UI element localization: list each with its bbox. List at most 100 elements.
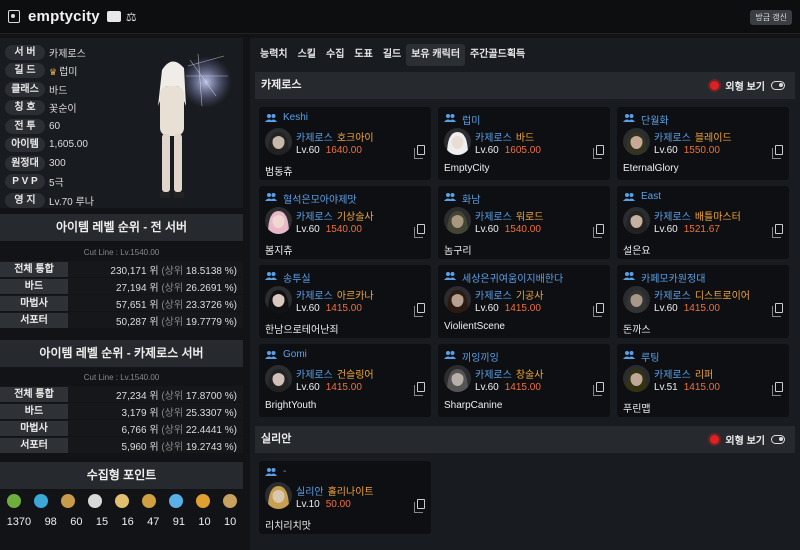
character-server-class: 카제로스 창술사 — [475, 366, 543, 381]
character-card[interactable]: 송투실 카제로스 아르카나 Lv.60 1415.00 한남으로테어난죄 — [259, 265, 431, 338]
guild-icon — [444, 350, 456, 359]
guild-name: 화남 — [462, 195, 481, 206]
profile-value-text: 300 — [49, 157, 66, 169]
character-avatar — [444, 286, 471, 313]
character-server: 카제로스 — [654, 212, 691, 223]
character-lv: Lv.60 — [475, 303, 499, 314]
profile-value-text: 카제로스 — [49, 48, 86, 60]
character-card[interactable]: 세상은귀여움이지배한다 카제로스 기공사 Lv.60 1415.00 ViolientSc… — [438, 265, 610, 338]
copy-icon[interactable] — [414, 499, 425, 513]
character-card[interactable]: 카페모카원정대 카제로스 디스트로이어 Lv.60 1415.00 돈까스 — [617, 265, 789, 338]
heart-icon — [87, 494, 102, 508]
rank-server-title: 아이템 레벨 순위 - 카제로스 서버 — [0, 340, 243, 367]
refresh-button[interactable]: 방금 갱신 — [750, 10, 792, 25]
character-card[interactable]: 혈석은모아야제맛 카제로스 기상술사 Lv.60 1540.00 봄지츄 — [259, 186, 431, 259]
toggle-switch[interactable] — [771, 81, 785, 90]
copy-icon[interactable] — [414, 382, 425, 396]
character-item-level: 1540.00 — [504, 224, 541, 235]
character-name-label: SharpCanine — [444, 400, 503, 411]
profile-row: 칭 호 꽃순이 — [5, 100, 77, 116]
copy-icon[interactable] — [772, 303, 783, 317]
sun-icon — [710, 435, 720, 444]
server-header: 카제로스 외형 보기 — [255, 72, 795, 99]
character-avatar — [623, 128, 650, 155]
collect-points: 수집형 포인트 1370 98 60 15 16 47 91 10 10 — [0, 462, 243, 550]
tab-3[interactable]: 도표 — [349, 44, 377, 66]
guild-icon — [444, 271, 456, 280]
rank-label: 전체 통합 — [0, 261, 68, 277]
copy-icon[interactable] — [593, 382, 604, 396]
character-card[interactable]: 루팅 카제로스 리퍼 Lv.51 1415.00 푸린맵 — [617, 344, 789, 417]
id-card-icon[interactable] — [106, 11, 121, 22]
profile-value: 꽃순이 — [49, 100, 77, 115]
rank-top-label: (상위 — [161, 424, 184, 436]
character-card[interactable]: Keshi 카제로스 호크아이 Lv.60 1640.00 범동츄 — [259, 107, 431, 180]
copy-icon[interactable] — [414, 224, 425, 238]
rank-server-table: 전체 통합 27,234 위 (상위 17.8700 %) 바드 3,179 위 (상… — [0, 386, 243, 454]
character-name-label: 돈까스 — [623, 325, 651, 336]
collect-value: 60 — [70, 516, 83, 528]
rank-label: 마법사 — [0, 420, 68, 436]
tab-5[interactable]: 보유 캐릭터 — [406, 44, 466, 66]
character-lv: Lv.60 — [475, 382, 499, 393]
tab-0[interactable]: 능력치 — [255, 44, 293, 66]
copy-icon[interactable] — [414, 303, 425, 317]
tab-1[interactable]: 스킬 — [293, 44, 321, 66]
character-card[interactable]: 화남 카제로스 워로드 Lv.60 1540.00 놈구리 — [438, 186, 610, 259]
profile-row: 원정대 300 — [5, 155, 66, 171]
toggle-switch[interactable] — [771, 435, 785, 444]
tab-6[interactable]: 주간골드획득 — [465, 44, 530, 66]
guild-name: East — [641, 191, 662, 202]
rank-top-label: (상위 — [161, 299, 184, 311]
character-server-class: 카제로스 호크아이 — [296, 129, 374, 144]
character-item-level: 1415.00 — [683, 382, 720, 393]
rank-number: 27,234 위 — [115, 390, 159, 402]
copy-icon[interactable] — [593, 224, 604, 238]
character-avatar — [623, 286, 650, 313]
character-lv: Lv.10 — [296, 499, 320, 510]
collect-value: 15 — [95, 516, 109, 528]
appearance-toggle[interactable]: 외형 보기 — [710, 72, 785, 99]
rank-value: 27,194 위 (상위 26.2691 %) — [68, 279, 243, 294]
appearance-toggle-label: 외형 보기 — [725, 82, 765, 93]
collect-title: 수집형 포인트 — [0, 462, 243, 489]
tab-4[interactable]: 길드 — [378, 44, 406, 66]
copy-icon[interactable] — [593, 303, 604, 317]
copy-icon[interactable] — [414, 145, 425, 159]
character-level: Lv.60 1640.00 — [296, 145, 362, 156]
character-card[interactable]: - 실리안 홀리나이트 Lv.10 50.00 리치리치맛 — [259, 461, 431, 534]
character-class: 건슬링어 — [336, 370, 374, 381]
scale-icon[interactable]: ⚖ — [126, 11, 140, 23]
appearance-toggle[interactable]: 외형 보기 — [710, 426, 785, 453]
bookmark-icon[interactable] — [8, 10, 20, 23]
character-lv: Lv.60 — [296, 145, 320, 156]
profile-value: 1,605.00 — [49, 139, 88, 150]
guild-name: 끼잉끼잉 — [462, 353, 499, 364]
seed-icon — [6, 494, 21, 508]
tab-2[interactable]: 수집 — [321, 44, 349, 66]
rank-label: 서포터 — [0, 312, 68, 328]
character-card[interactable]: Gomi 카제로스 건슬링어 Lv.60 1415.00 BrightYouth — [259, 344, 431, 417]
character-level: Lv.51 1415.00 — [654, 382, 720, 393]
rank-percent: 18.5138 %) — [185, 265, 237, 277]
character-item-level: 50.00 — [325, 499, 351, 510]
copy-icon[interactable] — [772, 382, 783, 396]
character-card[interactable]: 단월화 카제로스 블레이드 Lv.60 1550.00 EternalGlory — [617, 107, 789, 180]
character-name-label: ViolientScene — [444, 321, 505, 332]
rank-top-label: (상위 — [161, 407, 184, 419]
character-card[interactable]: East 카제로스 배틀마스터 Lv.60 1521.67 설은요 — [617, 186, 789, 259]
guild-name: 송투실 — [283, 274, 311, 285]
character-name-label: 푸린맵 — [623, 404, 651, 415]
profile-label: 아이템 — [5, 137, 45, 152]
rank-label: 바드 — [0, 278, 68, 294]
character-card[interactable]: 럽미 카제로스 바드 Lv.60 1605.00 EmptyCity — [438, 107, 610, 180]
character-avatar — [444, 128, 471, 155]
rank-value: 57,651 위 (상위 23.3726 %) — [68, 296, 243, 311]
profile-value-text: 바드 — [49, 85, 68, 97]
copy-icon[interactable] — [772, 224, 783, 238]
copy-icon[interactable] — [593, 145, 604, 159]
copy-icon[interactable] — [772, 145, 783, 159]
character-level: Lv.10 50.00 — [296, 499, 351, 510]
server-name: 카제로스 — [261, 79, 302, 91]
character-card[interactable]: 끼잉끼잉 카제로스 창술사 Lv.60 1415.00 SharpCanine — [438, 344, 610, 417]
